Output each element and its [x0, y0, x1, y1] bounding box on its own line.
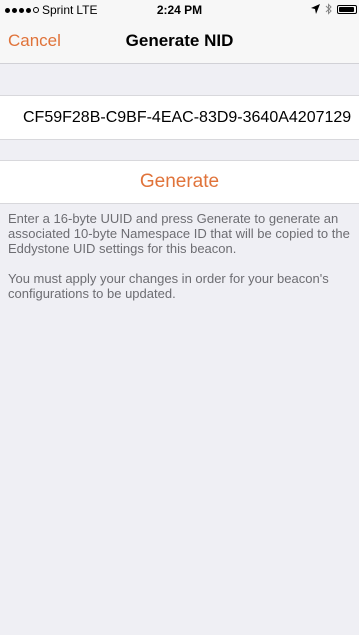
- battery-icon: [337, 4, 357, 14]
- page-title: Generate NID: [125, 31, 234, 50]
- status-time: 2:24 PM: [156, 3, 203, 17]
- location-arrow-icon: [311, 4, 320, 14]
- bluetooth-icon: [325, 3, 332, 15]
- help-paragraph-1: Enter a 16-byte UUID and press Generate …: [8, 211, 350, 256]
- uuid-row: [0, 95, 359, 140]
- help-paragraph-2: You must apply your changes in order for…: [8, 271, 329, 301]
- help-text: Enter a 16-byte UUID and press Generate …: [8, 211, 354, 316]
- battery-fill: [339, 6, 354, 12]
- status-bar: Sprint LTE 2:24 PM: [0, 0, 359, 20]
- generate-button-label: Generate: [139, 171, 220, 192]
- generate-button[interactable]: Generate: [0, 160, 359, 204]
- status-right: [311, 3, 357, 15]
- navigation-bar: Cancel Generate NID: [0, 20, 359, 64]
- uuid-input[interactable]: [0, 96, 359, 139]
